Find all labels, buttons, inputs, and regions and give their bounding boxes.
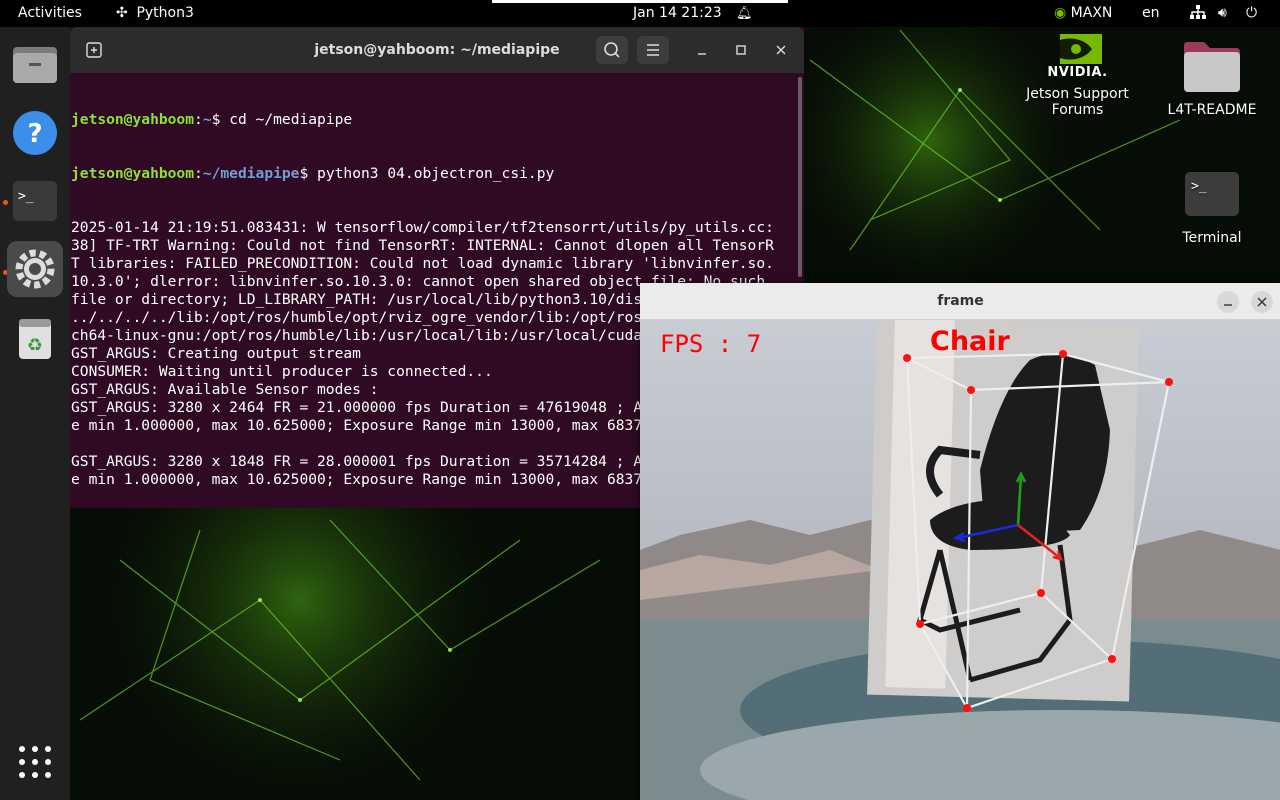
show-apps-grid-icon[interactable] bbox=[18, 745, 52, 783]
frame-titlebar[interactable]: frame bbox=[640, 283, 1280, 320]
terminal-shortcut-label: Terminal bbox=[1182, 230, 1242, 246]
close-button[interactable] bbox=[765, 36, 797, 64]
dock: ? >_ ♻ bbox=[0, 27, 70, 800]
terminal-output-line: 2025-01-14 21:19:51.083431: W tensorflow… bbox=[71, 219, 774, 236]
power-icon[interactable]: ⏻ bbox=[1246, 0, 1257, 27]
settings-icon[interactable] bbox=[7, 241, 63, 297]
network-icon[interactable] bbox=[1190, 0, 1206, 27]
command-text: cd ~/mediapipe bbox=[229, 111, 353, 128]
minimize-button[interactable] bbox=[686, 36, 718, 64]
prompt-path: ~ bbox=[202, 111, 212, 128]
nvidia-eye-icon: ◉ bbox=[1054, 5, 1067, 21]
svg-text:>_: >_ bbox=[18, 189, 34, 204]
svg-text:♻: ♻ bbox=[27, 335, 43, 356]
new-tab-button[interactable] bbox=[78, 36, 110, 64]
prompt-user: jetson@yahboom bbox=[71, 111, 195, 128]
nvidia-logo-text: NVIDIA. bbox=[1047, 65, 1108, 80]
fps-overlay: FPS : 7 bbox=[660, 330, 761, 358]
terminal-titlebar[interactable]: jetson@yahboom: ~/mediapipe bbox=[70, 27, 804, 73]
top-bar: Activities ✣ Python3 Jan 14 21:23 🔔︎ ◉ M… bbox=[0, 0, 1280, 27]
terminal-app-icon: >_ bbox=[1185, 172, 1239, 216]
prompt-user: jetson@yahboom bbox=[71, 165, 195, 182]
bell-icon[interactable]: 🔔︎ bbox=[736, 0, 753, 27]
app-menu-label: Python3 bbox=[136, 5, 194, 21]
terminal-shortcut[interactable]: >_ Terminal bbox=[1160, 170, 1264, 246]
python-app-icon: ✣ bbox=[116, 5, 128, 21]
camera-view[interactable]: FPS : 7 Chair bbox=[640, 320, 1280, 800]
clock[interactable]: Jan 14 21:23 bbox=[633, 0, 722, 27]
terminal-output-line: T libraries: FAILED_PRECONDITION: Could … bbox=[71, 255, 774, 272]
files-icon[interactable] bbox=[7, 37, 63, 93]
frame-minimize-button[interactable] bbox=[1217, 291, 1239, 313]
terminal-scrollbar[interactable] bbox=[798, 77, 802, 277]
menu-hamburger-icon[interactable] bbox=[637, 36, 669, 64]
help-icon[interactable]: ? bbox=[7, 105, 63, 161]
power-mode-menu[interactable]: ◉ MAXN bbox=[1054, 0, 1112, 27]
folder-icon bbox=[1184, 42, 1240, 92]
object-label: Chair bbox=[930, 326, 1011, 357]
terminal-output-line: 38] TF-TRT Warning: Could not find Tenso… bbox=[71, 237, 774, 254]
app-menu[interactable]: ✣ Python3 bbox=[116, 0, 194, 27]
search-button[interactable] bbox=[596, 36, 628, 64]
svg-text:?: ? bbox=[27, 119, 42, 149]
maximize-button[interactable] bbox=[725, 36, 757, 64]
frame-title: frame bbox=[937, 293, 984, 309]
trash-icon[interactable]: ♻ bbox=[7, 311, 63, 367]
terminal-icon[interactable]: >_ bbox=[7, 173, 63, 229]
prompt-sep: : bbox=[194, 111, 203, 128]
l4t-readme-label: L4T-README bbox=[1167, 102, 1257, 118]
frame-window[interactable]: frame FPS: 7 Chair bbox=[640, 283, 1280, 800]
prompt-line: jetson@yahboom:~$ cd ~/mediapipe bbox=[71, 111, 353, 128]
nvidia-forums-shortcut[interactable]: NVIDIA. Jetson Support Forums bbox=[1020, 34, 1135, 118]
nvidia-forums-label-line2: Forums bbox=[1051, 102, 1104, 118]
l4t-readme-shortcut[interactable]: L4T-README bbox=[1160, 38, 1264, 118]
prompt-path: ~/mediapipe bbox=[202, 165, 300, 182]
svg-text:>_: >_ bbox=[1191, 179, 1207, 194]
prompt-sep: : bbox=[194, 165, 203, 182]
nvidia-logo-icon: NVIDIA. bbox=[1020, 34, 1135, 82]
nvidia-forums-label-line1: Jetson Support bbox=[1026, 86, 1129, 102]
frame-close-button[interactable] bbox=[1251, 291, 1273, 313]
camera-frame-image: FPS : 7 Chair bbox=[640, 320, 1280, 800]
activities-button[interactable]: Activities bbox=[18, 0, 82, 27]
power-mode-label: MAXN bbox=[1070, 5, 1113, 21]
command-text: python3 04.objectron_csi.py bbox=[317, 165, 555, 182]
volume-icon[interactable]: 🔊︎ bbox=[1218, 0, 1227, 27]
language-indicator[interactable]: en bbox=[1142, 0, 1160, 27]
prompt-line: jetson@yahboom:~/mediapipe$ python3 04.o… bbox=[71, 165, 555, 182]
